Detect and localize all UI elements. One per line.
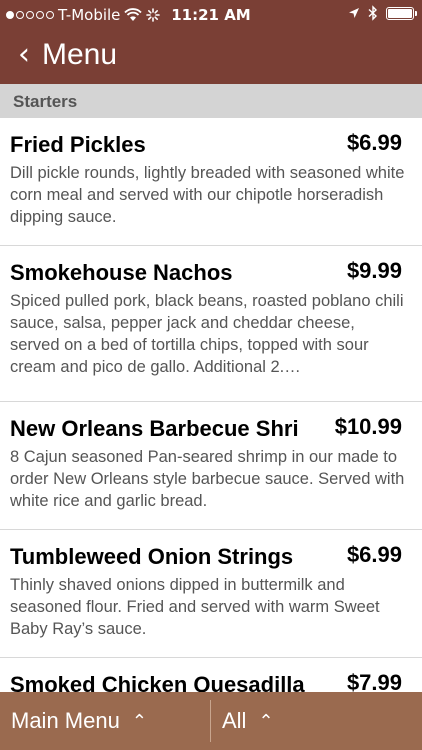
section-header-starters: Starters <box>0 84 422 118</box>
menu-item-description: Dill pickle rounds, lightly breaded with… <box>10 164 405 226</box>
bottom-toolbar: Main Menu ⌃ All ⌃ <box>0 692 422 750</box>
battery-icon <box>386 6 417 20</box>
menu-item-description: 8 Cajun seasoned Pan-seared shrimp in ou… <box>10 448 405 510</box>
menu-item[interactable]: Tumbleweed Onion Strings $6.99 Thinly sh… <box>0 530 422 658</box>
status-right <box>348 5 417 21</box>
menu-item[interactable]: Fried Pickles $6.99 Dill pickle rounds, … <box>0 118 422 246</box>
page-title: Menu <box>42 38 118 71</box>
all-filter-label: All <box>222 708 247 733</box>
all-filter-button[interactable]: All ⌃ <box>222 692 274 750</box>
menu-item[interactable]: Smoked Chicken Quesadilla $7.99 <box>0 658 422 692</box>
chevron-up-icon: ⌃ <box>131 710 147 732</box>
menu-item-price: $6.99 <box>346 130 402 155</box>
menu-item-price: $9.99 <box>346 258 402 283</box>
menu-item-title: Tumbleweed Onion Strings <box>10 544 294 569</box>
menu-item-title: Smoked Chicken Quesadilla <box>10 672 305 692</box>
menu-item-description: Spiced pulled pork, black beans, roasted… <box>10 292 404 376</box>
menu-item[interactable]: Smokehouse Nachos $9.99 Spiced pulled po… <box>0 246 422 402</box>
main-menu-button[interactable]: Main Menu ⌃ <box>11 692 147 750</box>
status-bar: T-Mobile 11:21 AM <box>0 0 422 30</box>
menu-item-price: $7.99 <box>346 670 402 692</box>
toolbar-divider <box>210 700 211 742</box>
chevron-up-icon: ⌃ <box>258 710 274 732</box>
menu-item-title: New Orleans Barbecue Shri <box>10 416 299 441</box>
bluetooth-icon <box>368 5 378 21</box>
menu-item[interactable]: New Orleans Barbecue Shri $10.99 8 Cajun… <box>0 402 422 530</box>
menu-item-title: Fried Pickles <box>10 132 146 157</box>
menu-item-title: Smokehouse Nachos <box>10 260 233 285</box>
menu-item-description: Thinly shaved onions dipped in buttermil… <box>10 576 380 638</box>
menu-list[interactable]: Fried Pickles $6.99 Dill pickle rounds, … <box>0 118 422 692</box>
menu-item-price: $10.99 <box>334 414 402 439</box>
main-menu-label: Main Menu <box>11 708 120 733</box>
menu-item-price: $6.99 <box>346 542 402 567</box>
back-chevron-icon: ‹ <box>18 37 30 72</box>
location-arrow-icon <box>349 8 359 18</box>
back-button[interactable]: ‹ Menu <box>18 38 117 72</box>
navigation-bar: ‹ Menu <box>0 30 422 84</box>
